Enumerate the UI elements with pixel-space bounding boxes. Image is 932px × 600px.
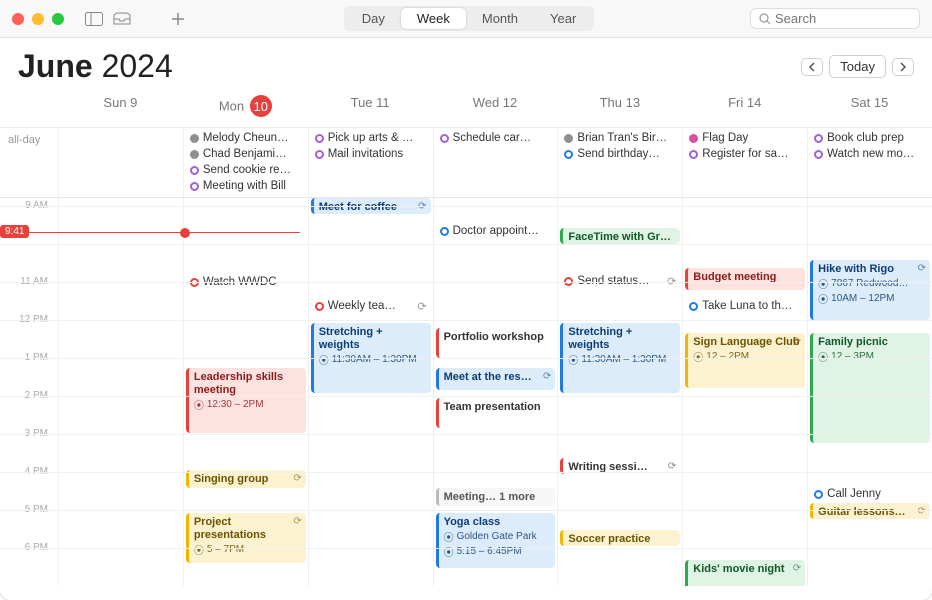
now-indicator: 9:41 [0,232,300,233]
day-headers: Sun 9 Mon 10 Tue 11 Wed 12 Thu 13 Fri 14… [0,91,932,127]
allday-label: all-day [0,128,58,197]
calendar-event[interactable]: Family picnic⦿ 12 – 3PM [810,333,930,443]
allday-event[interactable]: Register for sa… [685,147,805,161]
zoom-window-button[interactable] [52,13,64,25]
calendar-event[interactable]: Call Jenny [810,486,930,502]
calendar-event[interactable]: Hike with Rigo⦿ 7867 Redwood…⦿ 10AM – 12… [810,260,930,320]
allday-event[interactable]: Send cookie re… [186,163,306,177]
calendar-event[interactable]: Take Luna to th… [685,298,805,314]
calendar-event[interactable]: Team presentation [436,398,556,428]
allday-sat[interactable]: Book club prep Watch new mo… [807,128,932,197]
calendar-event[interactable]: Weekly tea…⟳ [311,298,431,314]
day-column-mon[interactable]: Watch WWDCLeadership skills meeting⦿ 12:… [183,198,308,586]
calendar-header: June 2024 Today [0,38,932,91]
allday-thu[interactable]: Brian Tran's Bir… Send birthday… [557,128,682,197]
calendar-event[interactable]: Project presentations⦿ 5 – 7PM⟳ [186,513,306,563]
allday-event[interactable]: Send birthday… [560,147,680,161]
allday-tue[interactable]: Pick up arts & … Mail invitations [308,128,433,197]
day-column-wed[interactable]: Doctor appoint… Portfolio workshop Meet at… [433,198,558,586]
search-input[interactable] [775,11,911,26]
minimize-window-button[interactable] [32,13,44,25]
allday-sun[interactable] [58,128,183,197]
calendar-event[interactable]: Soccer practice [560,530,680,546]
sidebar-toggle-icon[interactable] [84,9,104,29]
week-grid: 9 AM11 AM12 PM1 PM2 PM3 PM4 PM5 PM6 PM W… [0,198,932,586]
prev-week-button[interactable] [801,58,823,76]
day-header: Wed 12 [433,91,558,121]
add-event-icon[interactable] [168,9,188,29]
titlebar: Day Week Month Year [0,0,932,38]
day-header: Thu 13 [557,91,682,121]
allday-event[interactable]: Book club prep [810,131,930,145]
calendar-event[interactable]: Yoga class⦿ Golden Gate Park⦿ 5:15 – 6:4… [436,513,556,568]
calendar-event[interactable]: Budget meeting [685,268,805,290]
allday-fri[interactable]: Flag Day Register for sa… [682,128,807,197]
inbox-icon[interactable] [112,9,132,29]
search-field[interactable] [750,8,920,29]
next-week-button[interactable] [892,58,914,76]
calendar-event[interactable]: Kids' movie night⟳ [685,560,805,586]
allday-event[interactable]: Watch new mo… [810,147,930,161]
allday-event[interactable]: Schedule car… [436,131,556,145]
hour-gutter: 9 AM11 AM12 PM1 PM2 PM3 PM4 PM5 PM6 PM [0,198,58,586]
calendar-event[interactable]: Send status…⟳ [560,273,680,289]
day-column-fri[interactable]: Budget meeting Take Luna to th… Sign Langu… [682,198,807,586]
calendar-event[interactable]: Portfolio workshop [436,328,556,358]
day-header: Tue 11 [308,91,433,121]
day-column-sat[interactable]: Hike with Rigo⦿ 7867 Redwood…⦿ 10AM – 12… [807,198,932,586]
allday-section: all-day Melody Cheun… Chad Benjami… Send c… [0,127,932,198]
allday-wed[interactable]: Schedule car… [433,128,558,197]
day-header-today: Mon 10 [183,91,308,121]
allday-event[interactable]: Mail invitations [311,147,431,161]
calendar-event[interactable]: FaceTime with Gr… [560,228,680,244]
view-year[interactable]: Year [534,8,592,29]
view-week[interactable]: Week [401,8,466,29]
month-year-title: June 2024 [18,48,173,85]
calendar-event[interactable]: Leadership skills meeting⦿ 12:30 – 2PM [186,368,306,433]
day-header: Sun 9 [58,91,183,121]
allday-event[interactable]: Chad Benjami… [186,147,306,161]
calendar-event[interactable]: Sign Language Club⦿ 12 – 2PM⟳ [685,333,805,388]
view-day[interactable]: Day [346,8,401,29]
week-nav: Today [801,55,914,78]
calendar-event[interactable]: Meeting… 1 more [436,488,556,506]
allday-mon[interactable]: Melody Cheun… Chad Benjami… Send cookie re… [183,128,308,197]
view-segmented-control: Day Week Month Year [344,6,595,31]
allday-event[interactable]: Melody Cheun… [186,131,306,145]
calendar-event[interactable]: Guitar lessons…⟳ [810,503,930,519]
day-header: Sat 15 [807,91,932,121]
view-month[interactable]: Month [466,8,534,29]
search-icon [759,13,771,25]
calendar-event[interactable]: Doctor appoint… [436,223,556,239]
window-controls [12,13,76,25]
today-button[interactable]: Today [829,55,886,78]
day-header: Fri 14 [682,91,807,121]
day-column-thu[interactable]: FaceTime with Gr…Send status…⟳Stretching… [557,198,682,586]
allday-event[interactable]: Pick up arts & … [311,131,431,145]
day-column-tue[interactable]: Meet for coffee⟳Weekly tea…⟳Stretching +… [308,198,433,586]
day-column-sun[interactable] [58,198,183,586]
close-window-button[interactable] [12,13,24,25]
allday-event[interactable]: Brian Tran's Bir… [560,131,680,145]
calendar-event[interactable]: Meet at the res…⟳ [436,368,556,390]
allday-event[interactable]: Meeting with Bill [186,179,306,193]
allday-event[interactable]: Flag Day [685,131,805,145]
